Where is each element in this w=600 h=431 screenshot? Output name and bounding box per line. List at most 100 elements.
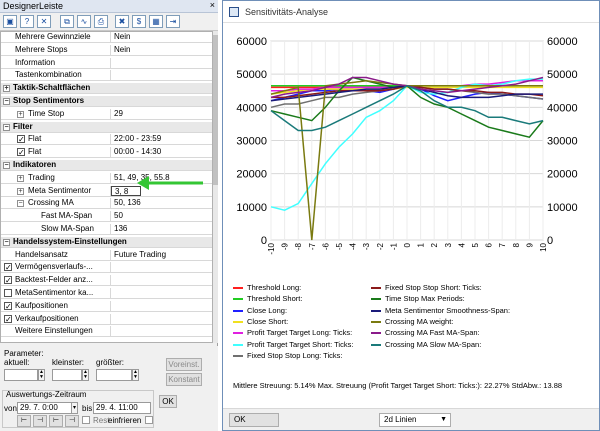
property-row[interactable]: ✓ Flat 00:00 - 14:30 [1,147,212,159]
property-value[interactable]: Nein [111,45,211,55]
property-row[interactable]: Fast MA-Span 50 [1,211,212,223]
chart-type-select[interactable]: 2d Linien ▼ [379,413,451,427]
property-row[interactable]: ✓ Kaufpositionen [1,300,212,312]
property-row[interactable]: − Handelssystem-Einstellungen [1,236,212,248]
zeitraum-ok-button[interactable]: OK [159,395,177,408]
window-app-icon [229,7,239,17]
property-value[interactable]: 00:00 - 14:30 [111,147,211,157]
property-row[interactable]: Handelsansatz Future Trading [1,249,212,261]
groesster-spinner[interactable]: ▲ ▼ [132,369,139,381]
property-label: Meta Sentimentor [1,185,111,196]
x-icon[interactable]: ✖ [115,15,129,28]
property-row[interactable]: Slow MA-Span 136 [1,224,212,235]
x-tick-label: -10 [267,242,276,254]
property-row[interactable]: Information [1,57,212,69]
kleinster-input[interactable] [52,369,82,381]
x-tick-label: 3 [444,242,453,247]
property-value[interactable]: 50, 136 [111,198,211,208]
x-tick-label: -7 [308,242,317,250]
green-arrow-annotation [137,176,203,190]
legend-label: Crossing MA Slow MA-Span: [385,339,482,349]
property-value[interactable]: 29 [111,109,211,119]
property-label: Fast MA-Span [1,211,111,222]
scrollbar-thumb[interactable] [213,35,218,185]
property-row[interactable]: − Crossing MA 50, 136 [1,198,212,210]
property-row[interactable]: MetaSentimentor ka... [1,288,212,299]
delete-icon[interactable]: ✕ [37,15,51,28]
new-icon[interactable]: ▣ [3,15,17,28]
legend-swatch [371,309,381,312]
kleinster-spinner[interactable]: ▲ ▼ [82,369,89,381]
y-tick-label-right: 50000 [547,69,578,81]
range-right-icon[interactable]: ⊢ [49,415,63,427]
property-value[interactable]: 50 [111,211,211,221]
help-icon[interactable]: ? [20,15,34,28]
bis-date-field[interactable]: 29. 4. 11:00 [93,402,151,414]
print-icon[interactable]: ⎙ [94,15,108,28]
legend-swatch [233,343,243,346]
export-icon[interactable]: ⇥ [166,15,180,28]
property-label: Filter [13,121,33,131]
legend-label: Fixed Stop Stop Short: Ticks: [385,283,482,292]
property-label: Trading [1,172,111,183]
property-row[interactable]: ✓ Backtest-Felder anz... [1,275,212,287]
copy-icon[interactable]: ⧉ [60,15,74,28]
voreinst-button[interactable]: Voreinst. [166,358,202,371]
y-tick-label: 20000 [236,169,267,181]
groesster-input[interactable] [96,369,132,381]
y-tick-label-right: 10000 [547,202,578,214]
legend-label: Threshold Long: [247,283,302,292]
property-row[interactable]: ✓ Verkaufpositionen [1,313,212,325]
property-row[interactable]: + Time Stop 29 [1,108,212,120]
window-footer: OK 2d Linien ▼ [223,408,599,430]
property-row[interactable]: ✓ Flat 22:00 - 23:59 [1,134,212,146]
legend-label: Time Stop Max Periods: [385,294,465,304]
rest-label: Rest [93,416,110,425]
chart-icon[interactable]: ∿ [77,15,91,28]
property-label: Mehrere Gewinnziele [1,32,111,42]
legend-swatch [371,287,381,289]
table-icon[interactable]: ▦ [149,15,163,28]
einfrieren-checkbox[interactable] [145,416,153,424]
property-label: Time Stop [1,108,111,119]
aktuell-input[interactable] [4,369,38,381]
konstant-button[interactable]: Konstant [166,373,202,386]
rest-checkbox[interactable] [82,416,90,424]
property-row[interactable]: Tastenkombination [1,70,212,82]
property-grid-scrollbar[interactable] [213,31,218,343]
aktuell-spinner[interactable]: ▲ ▼ [38,369,45,381]
dollar-icon[interactable]: $ [132,15,146,28]
x-tick-label: -2 [376,242,385,250]
x-tick-label: 10 [539,242,548,251]
legend-label: Profit Target Target Long: Ticks: [247,328,353,338]
range-left-icon[interactable]: ⊣ [33,415,47,427]
range-start-icon[interactable]: ⊢ [17,415,31,427]
property-label: Handelssystem-Einstellungen [13,236,127,246]
property-value[interactable]: 136 [111,224,211,234]
legend-label: Crossing MA Fast MA-Span: [385,328,480,338]
von-date-field[interactable]: 29. 7. 0:00 [17,402,77,414]
property-row[interactable]: Mehrere Stops Nein [1,44,212,56]
property-row[interactable]: + Taktik-Schaltflächen [1,83,212,95]
x-tick-label: 1 [417,242,426,247]
close-icon[interactable]: × [210,0,215,10]
x-tick-label: 4 [457,242,466,247]
property-row[interactable]: Weitere Einstellungen [1,326,212,338]
y-tick-label-right: 60000 [547,36,578,48]
y-tick-label-right: 20000 [547,169,578,181]
property-row[interactable]: Mehrere Gewinnziele Nein [1,32,212,43]
von-date-dropdown[interactable]: ▾ [71,402,78,414]
range-end-icon[interactable]: ⊣ [65,415,79,427]
property-value[interactable]: 22:00 - 23:59 [111,134,211,144]
kleinster-label: kleinster: [52,358,85,367]
legend-label: Fixed Stop Stop Long: Ticks: [247,350,343,360]
property-row[interactable]: − Filter [1,121,212,133]
property-row[interactable]: ✓ Vermögensverlaufs-... [1,262,212,274]
window-title-bar: Sensitivitäts-Analyse [223,1,599,23]
property-row[interactable]: − Indikatoren [1,160,212,171]
property-value[interactable]: Nein [111,32,211,42]
property-value[interactable]: Future Trading [111,250,211,260]
property-row[interactable]: − Stop Sentimentors [1,96,212,107]
ok-button[interactable]: OK [229,413,279,427]
property-label: Handelsansatz [1,249,111,260]
